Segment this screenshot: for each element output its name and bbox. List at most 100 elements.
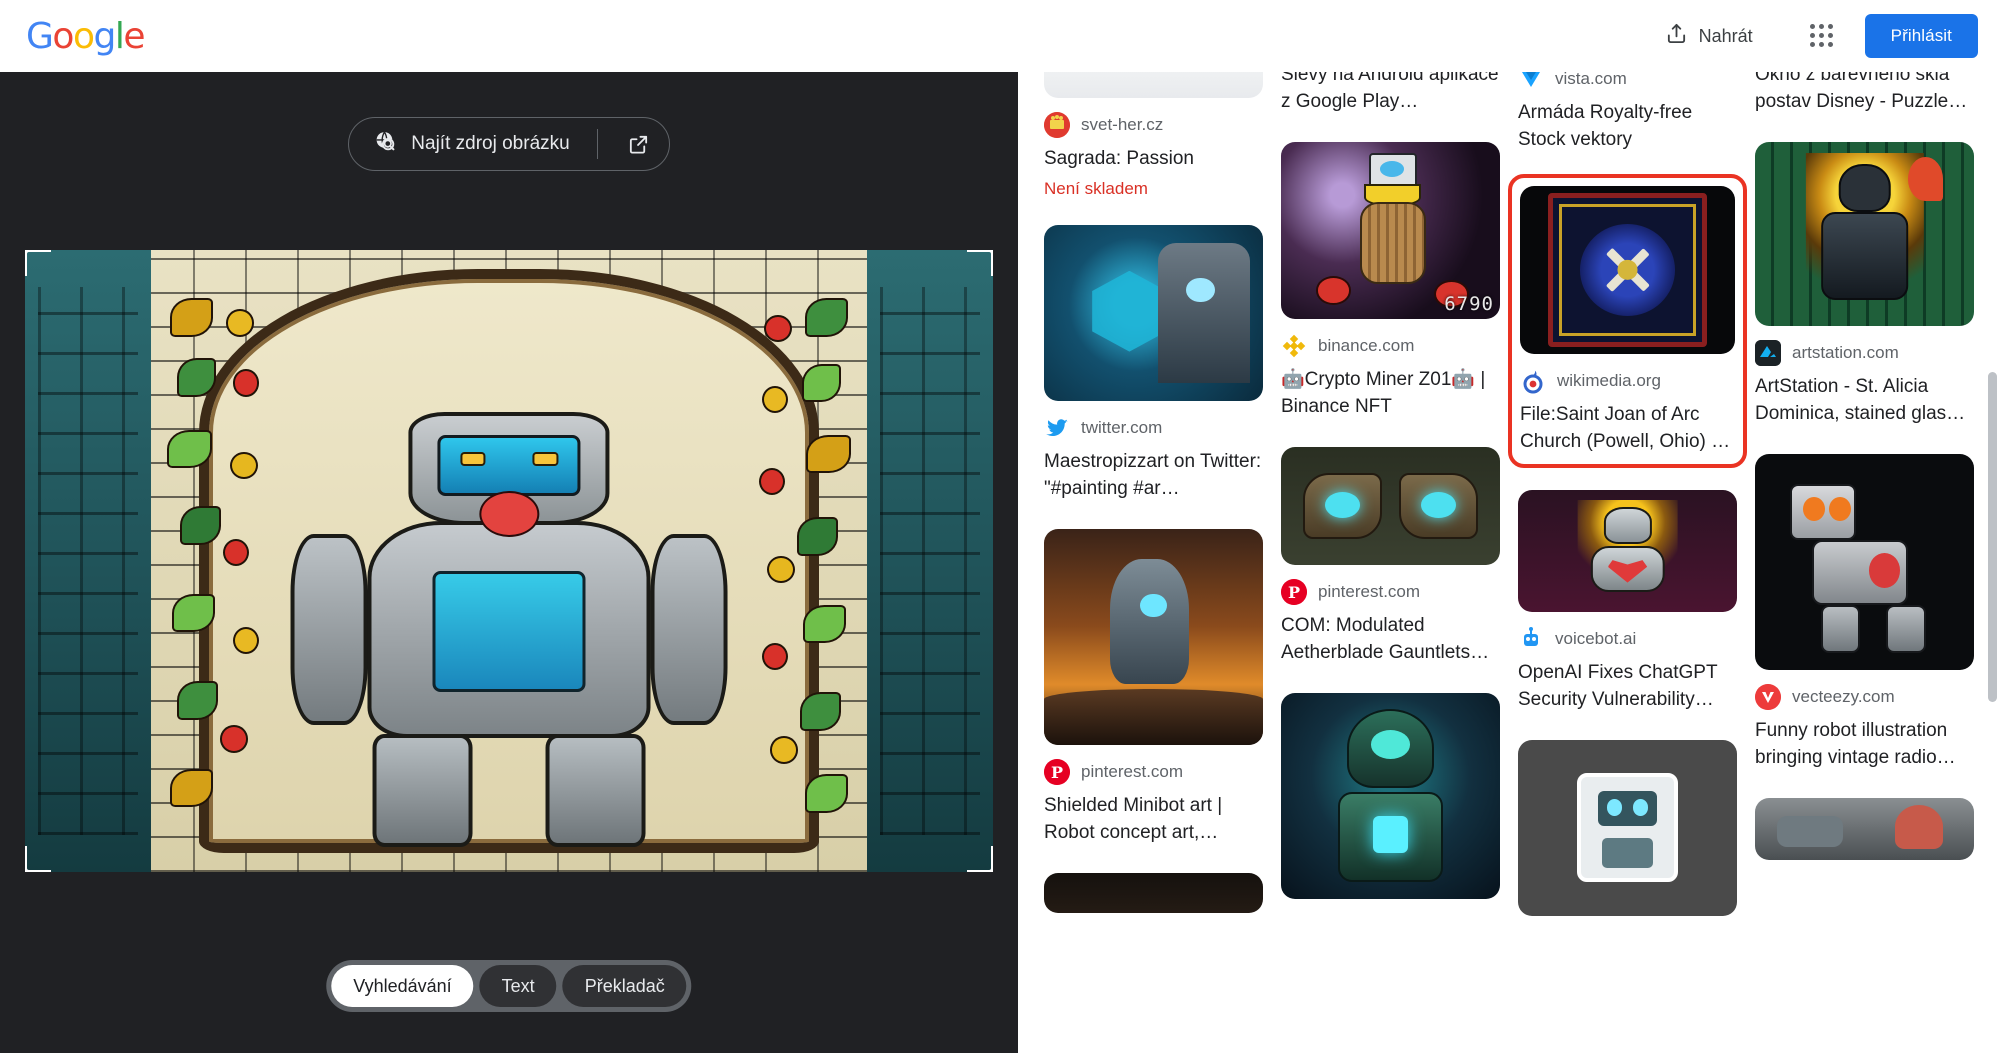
result-thumbnail[interactable] — [1755, 141, 1974, 326]
result-source-name: artstation.com — [1792, 342, 1899, 362]
apps-dot — [1809, 24, 1815, 29]
result-source-name: vista.com — [1555, 72, 1627, 88]
result-title[interactable]: Funny robot illustration bringing vintag… — [1755, 718, 1974, 772]
result-card[interactable]: Okno z barevného skla postav Disney - Pu… — [1755, 72, 1974, 116]
google-logo[interactable]: Google — [26, 15, 145, 57]
result-thumbnail[interactable] — [1044, 72, 1263, 98]
result-title[interactable]: Slevy na Android aplikace z Google Play… — [1281, 72, 1500, 116]
svg-text:P: P — [1288, 583, 1300, 602]
result-thumbnail[interactable] — [1520, 185, 1735, 354]
result-thumbnail[interactable] — [1518, 489, 1737, 612]
result-title[interactable]: ArtStation - St. Alicia Dominica, staine… — [1755, 374, 1974, 428]
result-source-name: wikimedia.org — [1557, 370, 1661, 390]
result-card[interactable]: voicebot.ai OpenAI Fixes ChatGPT Securit… — [1518, 489, 1737, 714]
twitter-icon — [1044, 415, 1070, 441]
result-card[interactable] — [1044, 872, 1263, 913]
robot-chest-panel — [432, 570, 586, 693]
result-thumbnail[interactable]: 6790 — [1281, 141, 1500, 319]
results-masonry: svet-her.cz Sagrada: Passion Není sklade… — [1018, 72, 2000, 942]
result-card[interactable] — [1755, 797, 1974, 860]
upload-label: Nahrát — [1698, 25, 1753, 46]
mode-tab-bar: Vyhledávání Text Překladač — [326, 960, 692, 1012]
result-card[interactable]: artstation.com ArtStation - St. Alicia D… — [1755, 141, 1974, 428]
result-title[interactable]: Okno z barevného skla postav Disney - Pu… — [1755, 72, 1974, 116]
find-image-source-button[interactable]: Najít zdroj obrázku — [348, 117, 670, 171]
result-thumbnail[interactable] — [1044, 872, 1263, 913]
result-card[interactable]: twitter.com Maestropizzart on Twitter: "… — [1044, 224, 1263, 503]
robot-leg-right — [545, 733, 646, 848]
result-source-row: twitter.com — [1044, 415, 1263, 441]
voicebot-icon — [1518, 626, 1544, 652]
left-glass-panel — [25, 250, 151, 872]
crop-handle-bottom-left[interactable] — [25, 846, 51, 872]
apps-grid-icon[interactable] — [1801, 15, 1843, 57]
tab-prekladac[interactable]: Překladač — [562, 965, 687, 1007]
result-thumbnail[interactable] — [1044, 224, 1263, 401]
result-card[interactable]: 6790 binance.com 🤖Crypto Miner Z01🤖 | Bi… — [1281, 141, 1500, 421]
crop-handle-top-right[interactable] — [967, 250, 993, 276]
result-source-name: pinterest.com — [1318, 581, 1421, 601]
tab-vyhledavani[interactable]: Vyhledávání — [331, 965, 474, 1007]
result-card[interactable]: svet-her.cz Sagrada: Passion Není sklade… — [1044, 72, 1263, 199]
result-title[interactable]: Shielded Minibot art | Robot concept art… — [1044, 793, 1263, 847]
result-card[interactable]: vista.com Armáda Royalty-free Stock vekt… — [1518, 72, 1737, 154]
results-scrollbar[interactable] — [1988, 372, 1997, 702]
result-title[interactable]: Armáda Royalty-free Stock vektory — [1518, 100, 1737, 154]
result-source-row: wikimedia.org — [1520, 368, 1735, 394]
result-thumbnail[interactable] — [1281, 446, 1500, 565]
vista-icon — [1518, 72, 1544, 92]
visual-matches-panel[interactable]: svet-her.cz Sagrada: Passion Není sklade… — [1018, 72, 2000, 1053]
result-card[interactable] — [1281, 692, 1500, 899]
pinterest-icon: P — [1044, 758, 1070, 785]
robot-arm-left — [290, 533, 368, 726]
result-source-row: vista.com — [1518, 72, 1737, 92]
result-thumbnail[interactable] — [1518, 739, 1737, 916]
crop-handle-top-left[interactable] — [25, 250, 51, 276]
robot-arm-right — [650, 533, 728, 726]
svg-text:P: P — [1051, 763, 1063, 782]
results-column-2: Slevy na Android aplikace z Google Play…… — [1281, 72, 1500, 942]
result-card[interactable]: vecteezy.com Funny robot illustration br… — [1755, 453, 1974, 772]
result-source-name: pinterest.com — [1081, 761, 1184, 781]
upload-icon — [1665, 22, 1688, 50]
sign-in-button[interactable]: Přihlásit — [1864, 14, 1978, 58]
result-title[interactable]: COM: Modulated Aetherblade Gauntlets… — [1281, 613, 1500, 667]
result-thumbnail[interactable] — [1044, 528, 1263, 745]
result-thumbnail[interactable] — [1281, 692, 1500, 899]
result-source-row: P pinterest.com — [1281, 578, 1500, 605]
result-title[interactable]: OpenAI Fixes ChatGPT Security Vulnerabil… — [1518, 660, 1737, 714]
logo-letter: g — [93, 15, 116, 57]
apps-dot — [1827, 33, 1833, 38]
result-source-row: vecteezy.com — [1755, 683, 1974, 710]
robot-figure — [282, 411, 737, 848]
result-title[interactable]: Maestropizzart on Twitter: "#painting #a… — [1044, 449, 1263, 503]
upload-button[interactable]: Nahrát — [1653, 14, 1765, 58]
results-column-1: svet-her.cz Sagrada: Passion Není sklade… — [1044, 72, 1263, 942]
robot-leg-left — [372, 733, 473, 848]
result-card-highlighted[interactable]: wikimedia.org File:Saint Joan of Arc Chu… — [1508, 173, 1747, 468]
result-card[interactable] — [1518, 739, 1737, 916]
apps-dot — [1818, 24, 1824, 29]
external-link-icon[interactable] — [615, 120, 663, 168]
crop-handle-bottom-right[interactable] — [967, 846, 993, 872]
result-title[interactable]: 🤖Crypto Miner Z01🤖 | Binance NFT — [1281, 367, 1500, 421]
result-thumbnail[interactable] — [1755, 453, 1974, 670]
app-header: Google Nahrát Přihlásit — [0, 0, 2000, 72]
pinterest-icon: P — [1281, 578, 1307, 605]
result-card[interactable]: P pinterest.com Shielded Minibot art | R… — [1044, 528, 1263, 847]
find-image-source-label: Najít zdroj obrázku — [411, 133, 570, 154]
logo-letter: o — [72, 15, 95, 57]
cropped-image-viewport[interactable] — [25, 250, 993, 872]
result-card[interactable]: Slevy na Android aplikace z Google Play… — [1281, 72, 1500, 116]
result-source-row: P pinterest.com — [1044, 758, 1263, 785]
result-source-row: voicebot.ai — [1518, 626, 1737, 652]
tab-text[interactable]: Text — [479, 965, 557, 1007]
result-thumbnail[interactable] — [1755, 797, 1974, 860]
result-card[interactable]: P pinterest.com COM: Modulated Aetherbla… — [1281, 446, 1500, 667]
result-title[interactable]: Sagrada: Passion — [1044, 146, 1263, 173]
apps-dot — [1818, 33, 1824, 38]
source-button-row: Najít zdroj obrázku — [0, 72, 1018, 171]
result-title[interactable]: File:Saint Joan of Arc Church (Powell, O… — [1520, 402, 1735, 456]
stained-glass-artwork — [25, 250, 993, 872]
results-column-3: vista.com Armáda Royalty-free Stock vekt… — [1508, 72, 1747, 942]
